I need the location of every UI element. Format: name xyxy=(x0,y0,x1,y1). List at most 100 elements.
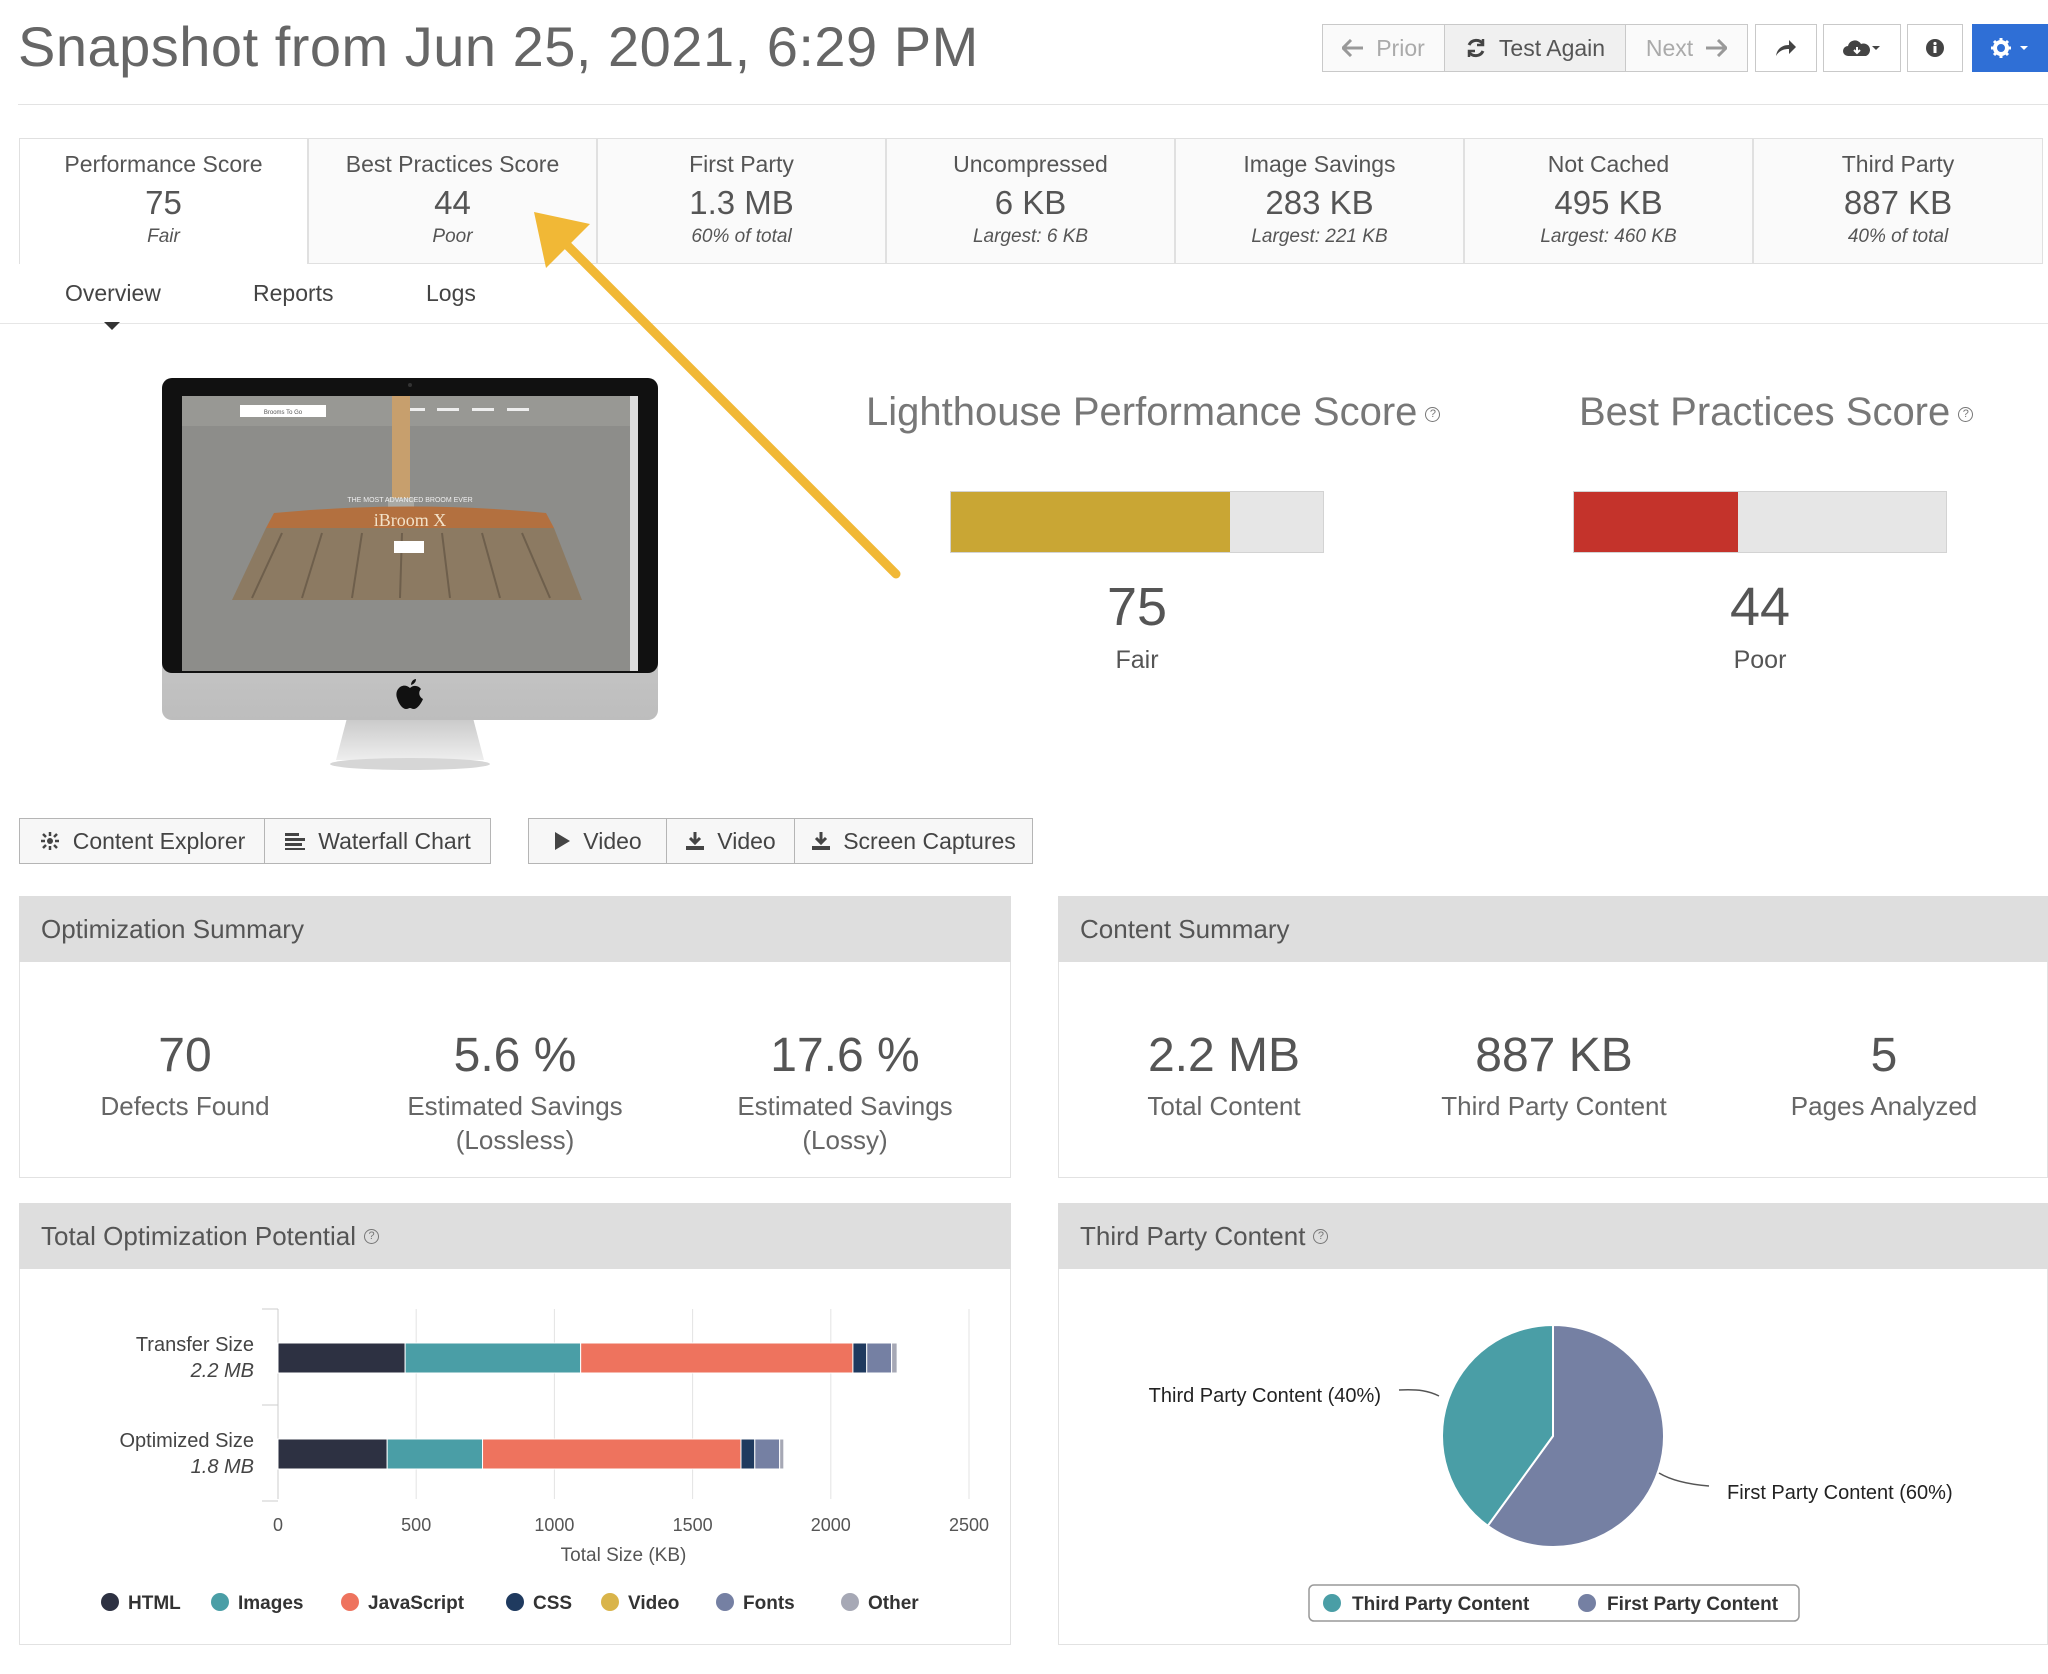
download-icon xyxy=(686,832,705,850)
tab-logs[interactable]: Logs xyxy=(426,280,476,307)
category-label: Transfer Size xyxy=(136,1334,254,1356)
metric-value: 70 xyxy=(158,1029,212,1082)
metric-value: 887 KB xyxy=(1475,1029,1633,1082)
active-tab-caret-icon xyxy=(104,322,120,330)
legend-dot xyxy=(341,1593,359,1611)
x-tick-label: 1500 xyxy=(673,1515,713,1535)
help-icon[interactable]: ? xyxy=(1958,406,1974,422)
test-again-button[interactable]: Test Again xyxy=(1445,24,1626,72)
info-icon xyxy=(1926,39,1944,57)
bar-segment-other xyxy=(779,1438,785,1470)
bar-segment-javascript xyxy=(482,1438,742,1470)
best-practices-score-bar xyxy=(1573,491,1947,553)
content-explorer-icon xyxy=(40,832,59,850)
play-video-button[interactable]: Video xyxy=(528,818,667,864)
tab-reports[interactable]: Reports xyxy=(253,280,334,307)
best-practices-gauge-title-text: Best Practices Score xyxy=(1579,390,1951,434)
bar-segment-css xyxy=(852,1342,868,1374)
kpi-value: 283 KB xyxy=(1265,184,1374,221)
x-tick-label: 0 xyxy=(273,1515,283,1535)
prior-label: Prior xyxy=(1376,34,1425,61)
arrow-right-icon xyxy=(1706,39,1728,57)
cloud-download-button[interactable] xyxy=(1823,24,1901,72)
metric-value: 5.6 % xyxy=(453,1029,577,1082)
metric-value: 5 xyxy=(1870,1029,1898,1082)
next-button[interactable]: Next xyxy=(1626,24,1748,72)
content-summary-title: Content Summary xyxy=(1080,913,1290,944)
third-party-content-chart: Third Party Content (40%) First Party Con… xyxy=(1149,1323,1953,1622)
help-icon[interactable]: ? xyxy=(364,1228,380,1244)
kpi-sub: Largest: 221 KB xyxy=(1251,226,1388,247)
optimization-potential-title: Total Optimization Potential xyxy=(41,1220,357,1251)
legend-label-video: Video xyxy=(628,1593,679,1614)
best-practices-score-value: 44 xyxy=(1729,577,1791,637)
prior-button[interactable]: Prior xyxy=(1322,24,1445,72)
optimization-summary-header: Optimization Summary xyxy=(19,896,1011,962)
legend-label-javascript: JavaScript xyxy=(368,1593,465,1614)
legend-label-other: Other xyxy=(868,1593,919,1614)
preview-site-name: Brooms To Go xyxy=(264,410,303,416)
bar-segment-fonts xyxy=(754,1438,781,1470)
pie-label-third-party: Third Party Content (40%) xyxy=(1149,1385,1381,1407)
metric-label: Estimated Savings xyxy=(407,1091,623,1121)
waterfall-chart-button[interactable]: Waterfall Chart xyxy=(264,818,491,864)
cloud-download-icon xyxy=(1843,40,1880,56)
x-tick-label: 2000 xyxy=(811,1515,851,1535)
kpi-value: 6 KB xyxy=(994,184,1067,221)
kpi-label: Image Savings xyxy=(1243,151,1396,177)
defects-found-metric: 70 Defects Found xyxy=(20,1028,350,1123)
page-title: Snapshot from Jun 25, 2021, 6:29 PM xyxy=(18,15,979,78)
performance-score-bar xyxy=(950,491,1324,553)
kpi-label: Uncompressed xyxy=(953,151,1108,177)
x-tick-label: 1000 xyxy=(534,1515,574,1535)
metric-label: Total Content xyxy=(1147,1091,1301,1121)
third-party-content-title: Third Party Content xyxy=(1080,1220,1306,1251)
x-tick-label: 500 xyxy=(401,1515,431,1535)
kpi-sub: 40% of total xyxy=(1847,226,1949,247)
kpi-image-savings[interactable]: Image Savings 283 KB Largest: 221 KB xyxy=(1175,138,1464,264)
content-explorer-label: Content Explorer xyxy=(72,827,246,854)
total-content-metric: 2.2 MB Total Content xyxy=(1059,1028,1389,1123)
settings-button[interactable] xyxy=(1972,24,2048,72)
kpi-not-cached[interactable]: Not Cached 495 KB Largest: 460 KB xyxy=(1464,138,1753,264)
metric-label: Third Party Content xyxy=(1441,1091,1667,1121)
legend-dot xyxy=(841,1593,859,1611)
screen-captures-button[interactable]: Screen Captures xyxy=(794,818,1033,864)
download-video-button[interactable]: Video xyxy=(666,818,795,864)
label-connector xyxy=(1658,1472,1710,1487)
best-practices-gauge-title: Best Practices Score? xyxy=(1579,390,1974,435)
kpi-third-party[interactable]: Third Party 887 KB 40% of total xyxy=(1753,138,2043,264)
tab-overview[interactable]: Overview xyxy=(65,280,161,307)
performance-gauge-title-text: Lighthouse Performance Score xyxy=(866,390,1418,434)
metric-label-detail: (Lossy) xyxy=(802,1125,888,1155)
kpi-value: 887 KB xyxy=(1843,184,1953,221)
optimization-potential-chart: 0 500 1000 1500 2000 2500 Total Size (KB) Trans… xyxy=(101,1308,989,1614)
waterfall-chart-icon xyxy=(285,833,306,850)
help-icon[interactable]: ? xyxy=(1313,1228,1329,1244)
performance-score-rating: Fair xyxy=(1115,646,1159,674)
content-summary-panel: 2.2 MB Total Content 887 KB Third Party … xyxy=(1058,962,2048,1178)
help-icon[interactable]: ? xyxy=(1425,406,1441,422)
kpi-sub: Largest: 6 KB xyxy=(972,226,1089,247)
bar-segment-javascript xyxy=(580,1342,854,1374)
kpi-performance-score[interactable]: Performance Score 75 Fair xyxy=(19,138,308,264)
info-button[interactable] xyxy=(1907,24,1963,72)
bar-segment-html xyxy=(277,1342,406,1374)
content-explorer-button[interactable]: Content Explorer xyxy=(19,818,265,864)
legend-dot xyxy=(716,1593,734,1611)
legend-dot xyxy=(1578,1594,1596,1612)
legend-label-third-party: Third Party Content xyxy=(1352,1594,1530,1615)
performance-score-bar-fill xyxy=(951,492,1230,552)
category-label: Optimized Size xyxy=(120,1430,255,1452)
pie-label-first-party: First Party Content (60%) xyxy=(1727,1482,1953,1504)
waterfall-chart-label: Waterfall Chart xyxy=(318,827,471,854)
share-button[interactable] xyxy=(1755,24,1817,72)
header-divider xyxy=(18,104,2048,105)
legend-dot xyxy=(1323,1594,1341,1612)
x-tick-label: 2500 xyxy=(949,1515,989,1535)
bar-segment-images xyxy=(404,1342,582,1374)
optimization-summary-title: Optimization Summary xyxy=(41,913,304,944)
kpi-value: 495 KB xyxy=(1554,184,1663,221)
performance-gauge-title: Lighthouse Performance Score? xyxy=(866,390,1441,435)
kpi-uncompressed[interactable]: Uncompressed 6 KB Largest: 6 KB xyxy=(886,138,1175,264)
